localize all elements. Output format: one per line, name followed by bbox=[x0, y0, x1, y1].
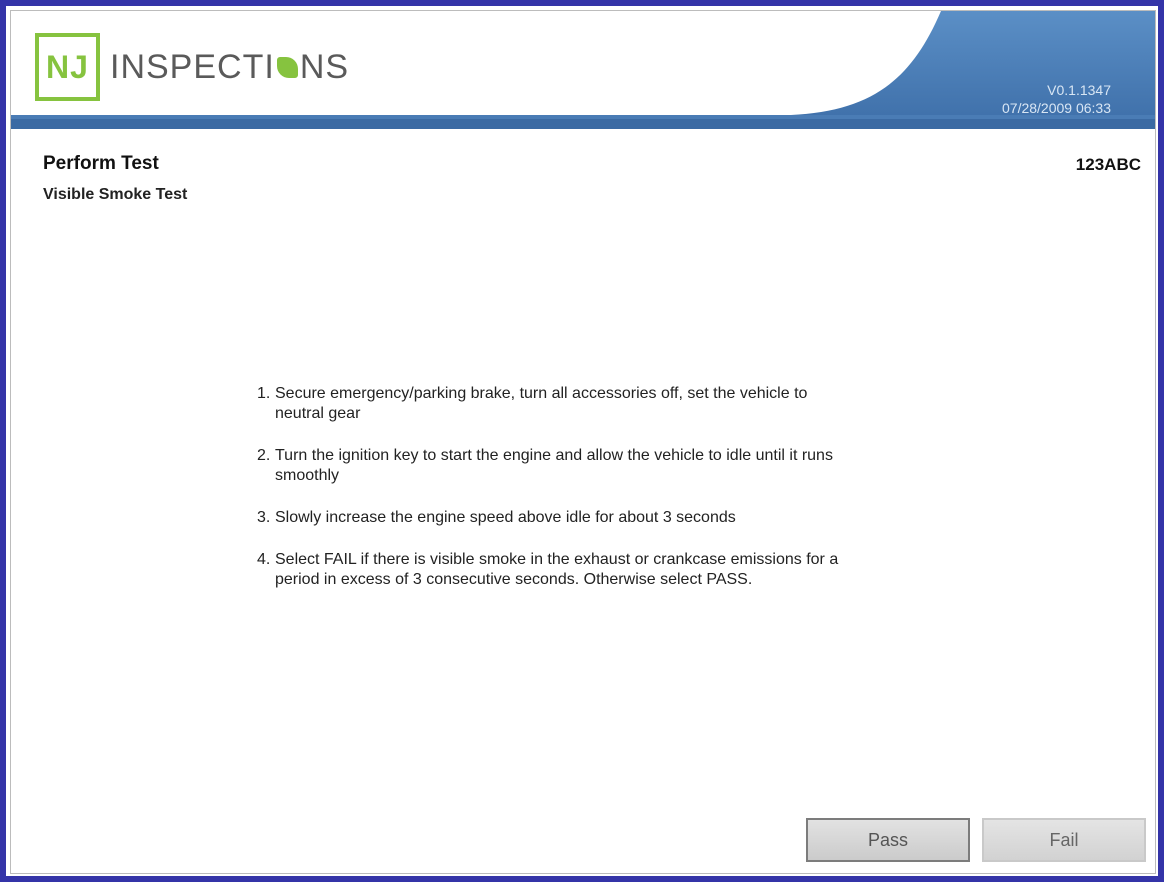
page-title: Perform Test bbox=[43, 153, 159, 174]
logo-nj-box: NJ bbox=[35, 33, 100, 101]
step-text: Turn the ignition key to start the engin… bbox=[275, 447, 833, 484]
version-info: V0.1.1347 07/28/2009 06:33 bbox=[1002, 81, 1111, 117]
app-window: NJ INSPECTI NS V0.1.1347 07/28/2009 06:33… bbox=[10, 10, 1156, 874]
step-number: 1. bbox=[257, 385, 271, 402]
step-text: Slowly increase the engine speed above i… bbox=[275, 509, 736, 526]
page-subtitle: Visible Smoke Test bbox=[43, 186, 188, 203]
instruction-step: 1. Secure emergency/parking brake, turn … bbox=[257, 384, 857, 424]
step-number: 2. bbox=[257, 447, 271, 464]
fail-button[interactable]: Fail bbox=[982, 818, 1146, 862]
license-plate: 123ABC bbox=[1075, 155, 1141, 174]
instruction-step: 4. Select FAIL if there is visible smoke… bbox=[257, 550, 857, 590]
logo-wordmark: INSPECTI NS bbox=[110, 48, 349, 87]
step-number: 4. bbox=[257, 551, 271, 568]
header-banner: NJ INSPECTI NS V0.1.1347 07/28/2009 06:33 bbox=[11, 11, 1155, 129]
step-number: 3. bbox=[257, 509, 271, 526]
version-number: V0.1.1347 bbox=[1047, 82, 1111, 98]
leaf-icon bbox=[276, 56, 298, 78]
step-text: Secure emergency/parking brake, turn all… bbox=[275, 385, 808, 422]
logo-word-part-a: INSPECTI bbox=[110, 47, 275, 86]
timestamp: 07/28/2009 06:33 bbox=[1002, 100, 1111, 116]
pass-button[interactable]: Pass bbox=[806, 818, 970, 862]
logo-word-part-b: NS bbox=[299, 47, 350, 86]
instructions-list: 1. Secure emergency/parking brake, turn … bbox=[257, 384, 857, 612]
nj-inspections-logo: NJ INSPECTI NS bbox=[35, 33, 349, 101]
instruction-step: 2. Turn the ignition key to start the en… bbox=[257, 446, 857, 486]
instruction-step: 3. Slowly increase the engine speed abov… bbox=[257, 508, 857, 528]
step-text: Select FAIL if there is visible smoke in… bbox=[275, 551, 839, 588]
